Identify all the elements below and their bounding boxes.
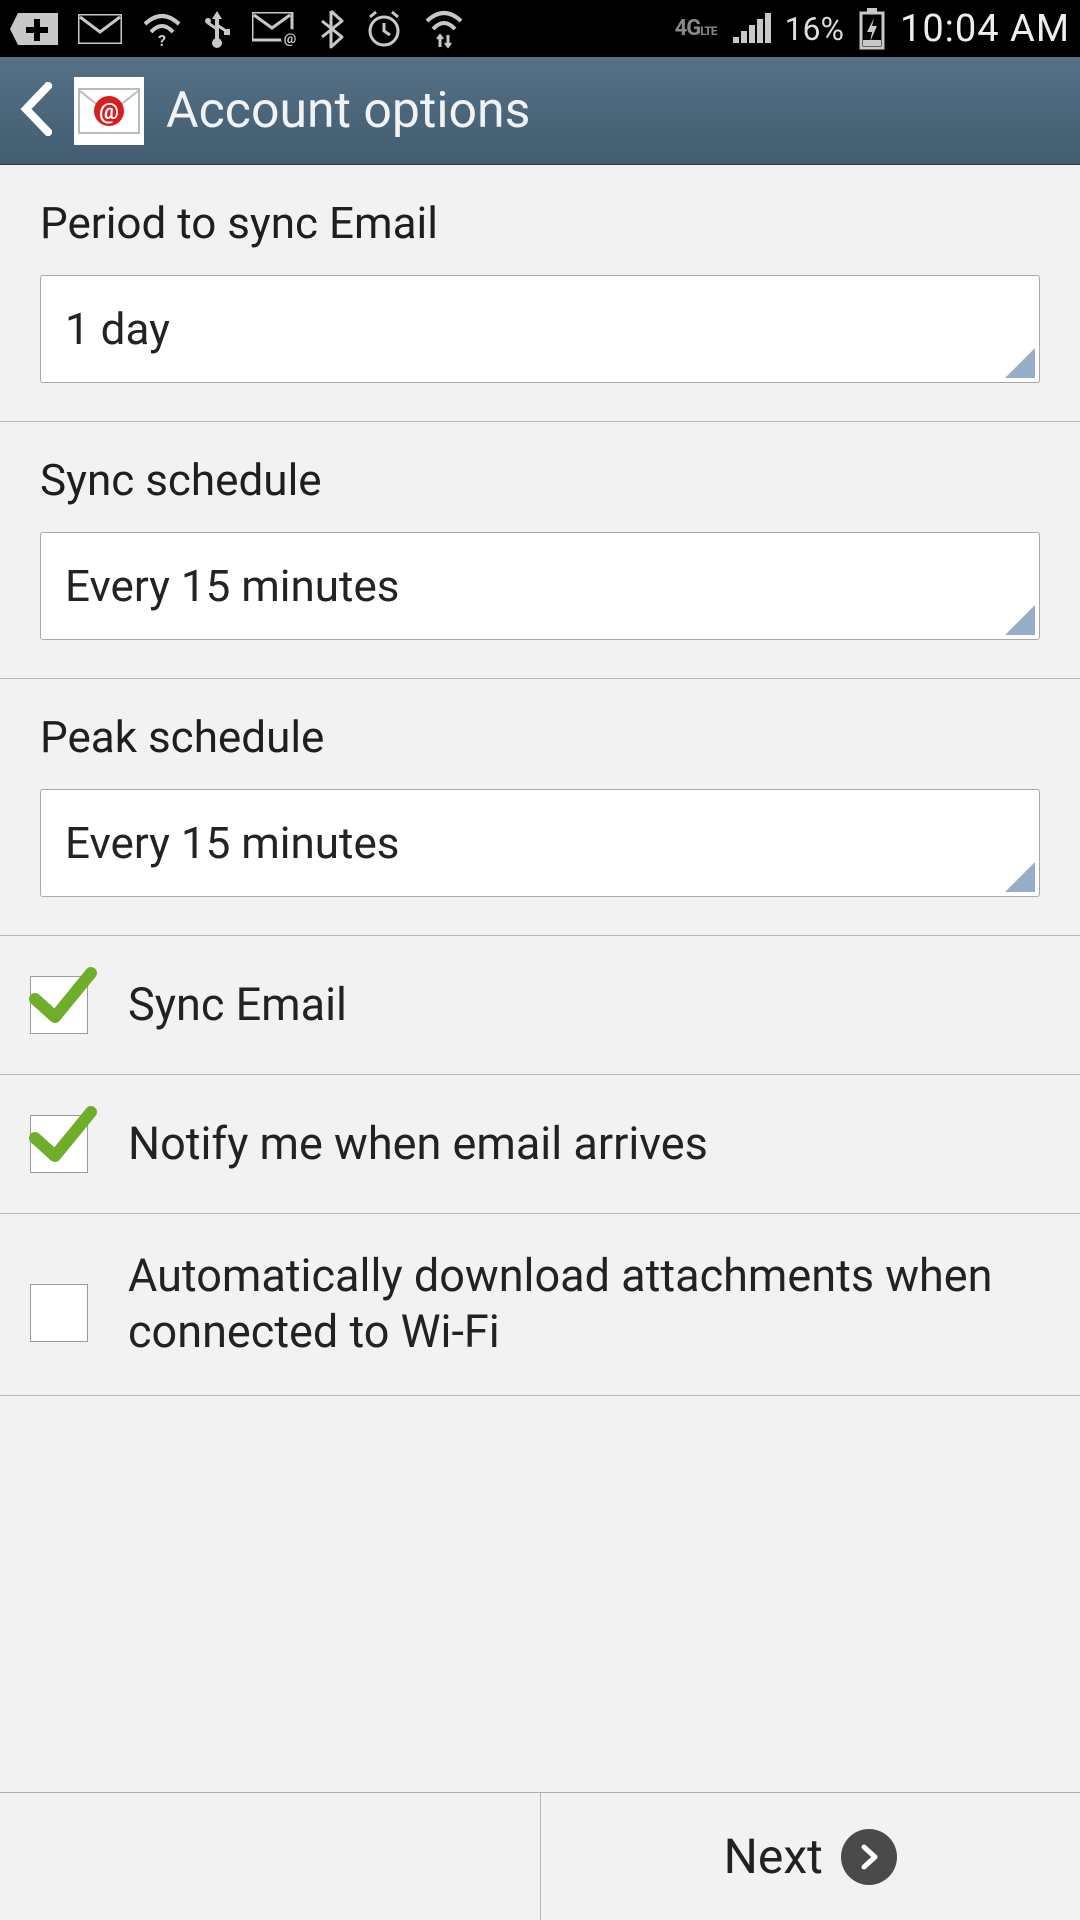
page-title: Account options [166,82,530,140]
settings-list: Period to sync Email 1 day Sync schedule… [0,165,1080,1396]
period-spinner[interactable]: 1 day [40,275,1040,383]
sync-email-row[interactable]: Sync Email [0,936,1080,1075]
wifi-query-icon: ? [142,12,182,46]
battery-charging-icon [858,8,886,50]
envelope-icon [78,14,122,44]
notify-checkbox[interactable] [30,1115,88,1173]
sync-email-label: Sync Email [128,977,347,1033]
email-app-icon: @ [74,77,144,145]
clock: 10:04 AM [900,7,1070,51]
next-button[interactable]: Next [724,1828,897,1885]
signal-icon [731,13,771,45]
wifi-transfer-icon [424,9,466,49]
bluetooth-icon [318,9,344,49]
peak-schedule-value: Every 15 minutes [65,817,400,869]
next-label: Next [724,1828,823,1885]
action-bar: @ Account options [0,57,1080,165]
svg-text:@: @ [284,31,297,46]
notify-row[interactable]: Notify me when email arrives [0,1075,1080,1214]
peak-schedule-section: Peak schedule Every 15 minutes [0,679,1080,936]
auto-download-row[interactable]: Automatically download attachments when … [0,1214,1080,1396]
sync-schedule-value: Every 15 minutes [65,560,400,612]
peak-schedule-spinner[interactable]: Every 15 minutes [40,789,1040,897]
svg-text:@: @ [99,100,119,125]
alarm-icon [364,9,404,49]
auto-download-checkbox[interactable] [30,1284,88,1342]
footer-bar: Next [0,1792,1080,1920]
peak-schedule-label: Peak schedule [40,711,1040,763]
plus-tag-icon [10,13,58,45]
chevron-right-icon [841,1829,897,1885]
period-value: 1 day [65,303,170,355]
footer-left [0,1793,541,1920]
sync-email-checkbox[interactable] [30,976,88,1034]
envelope-at-icon: @ [252,12,298,46]
usb-icon [202,9,232,49]
back-icon[interactable] [18,82,52,140]
battery-percent: 16% [785,10,844,48]
status-bar: ? @ 4GLTE 16% 10:04 AM [0,0,1080,57]
svg-text:?: ? [158,31,166,46]
notify-label: Notify me when email arrives [128,1116,708,1172]
period-section: Period to sync Email 1 day [0,165,1080,422]
auto-download-label: Automatically download attachments when … [128,1248,1050,1361]
network-4g-label: 4GLTE [675,16,717,41]
sync-schedule-spinner[interactable]: Every 15 minutes [40,532,1040,640]
period-label: Period to sync Email [40,197,1040,249]
sync-schedule-label: Sync schedule [40,454,1040,506]
sync-schedule-section: Sync schedule Every 15 minutes [0,422,1080,679]
